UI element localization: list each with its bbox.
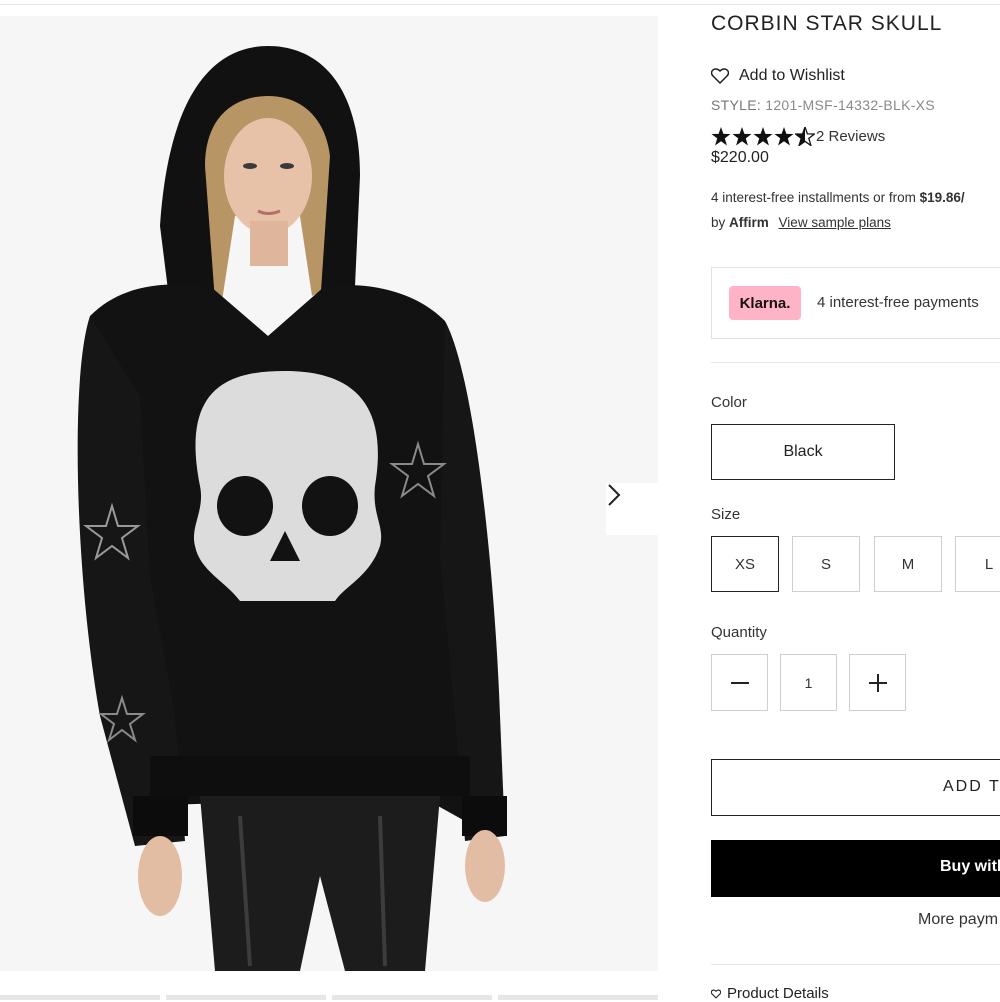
- quantity-label: Quantity: [711, 624, 767, 641]
- size-option-xs[interactable]: XS: [711, 536, 779, 592]
- more-payment-options-link[interactable]: More paym: [918, 911, 998, 929]
- product-image-gallery[interactable]: [0, 16, 658, 971]
- klarna-text: 4 interest-free payments: [817, 294, 979, 311]
- view-sample-plans-link[interactable]: View sample plans: [779, 215, 891, 230]
- add-to-wishlist-link[interactable]: Add to Wishlist: [711, 67, 845, 85]
- style-prefix: STYLE:: [711, 97, 762, 113]
- klarna-logo: Klarna.: [729, 286, 801, 320]
- section-divider: [711, 964, 1000, 965]
- quantity-increase-button[interactable]: [849, 654, 906, 711]
- heart-icon: [711, 68, 729, 84]
- style-code: STYLE: 1201-MSF-14332-BLK-XS: [711, 97, 935, 113]
- buy-with-label: Buy with: [940, 858, 1000, 875]
- star-full-icon: [711, 127, 731, 146]
- add-to-cart-label: ADD TO: [943, 778, 1000, 795]
- heart-icon: [711, 989, 721, 999]
- thumbnail[interactable]: [166, 995, 326, 1000]
- quantity-input[interactable]: 1: [780, 654, 837, 711]
- affirm-amount: $19.86/: [919, 190, 965, 205]
- star-rating: [711, 127, 815, 146]
- add-to-cart-button[interactable]: ADD TO: [711, 759, 1000, 816]
- product-price: $220.00: [711, 149, 769, 166]
- buy-with-button[interactable]: Buy with: [711, 840, 1000, 897]
- product-details-label: Product Details: [727, 985, 829, 1002]
- plus-icon: [868, 673, 887, 692]
- thumbnail[interactable]: [498, 995, 658, 1000]
- reviews-link[interactable]: 2 Reviews: [816, 128, 885, 145]
- product-photo: [77, 46, 507, 971]
- product-details-toggle[interactable]: Product Details: [711, 985, 829, 1002]
- size-option-l[interactable]: L: [955, 536, 1000, 592]
- star-full-icon: [774, 127, 794, 146]
- color-option-black[interactable]: Black: [711, 424, 895, 480]
- rating-row[interactable]: 2 Reviews: [711, 127, 885, 146]
- affirm-by-text: by: [711, 215, 726, 230]
- size-option-s[interactable]: S: [792, 536, 860, 592]
- product-info-panel: CORBIN STAR SKULL Add to Wishlist STYLE:…: [711, 0, 1000, 1002]
- color-label: Color: [711, 394, 747, 411]
- affirm-installments-text: 4 interest-free installments or from: [711, 190, 916, 205]
- size-label: Size: [711, 506, 741, 523]
- klarna-promo[interactable]: Klarna. 4 interest-free payments: [711, 267, 1000, 339]
- star-full-icon: [753, 127, 773, 146]
- quantity-decrease-button[interactable]: [711, 654, 768, 711]
- thumbnail-strip[interactable]: [0, 995, 658, 1000]
- star-half-icon: [795, 127, 815, 146]
- thumbnail[interactable]: [0, 995, 160, 1000]
- product-title: CORBIN STAR SKULL: [711, 12, 943, 35]
- thumbnail[interactable]: [332, 995, 492, 1000]
- minus-icon: [730, 681, 749, 684]
- affirm-logo: Affirm: [729, 215, 769, 230]
- chevron-right-icon: [608, 484, 621, 506]
- size-option-m[interactable]: M: [874, 536, 942, 592]
- style-value: 1201-MSF-14332-BLK-XS: [765, 97, 935, 113]
- next-image-button[interactable]: [606, 483, 658, 535]
- wishlist-label: Add to Wishlist: [739, 67, 845, 84]
- affirm-message: 4 interest-free installments or from $19…: [711, 185, 965, 235]
- star-full-icon: [732, 127, 752, 146]
- section-divider: [711, 362, 1000, 363]
